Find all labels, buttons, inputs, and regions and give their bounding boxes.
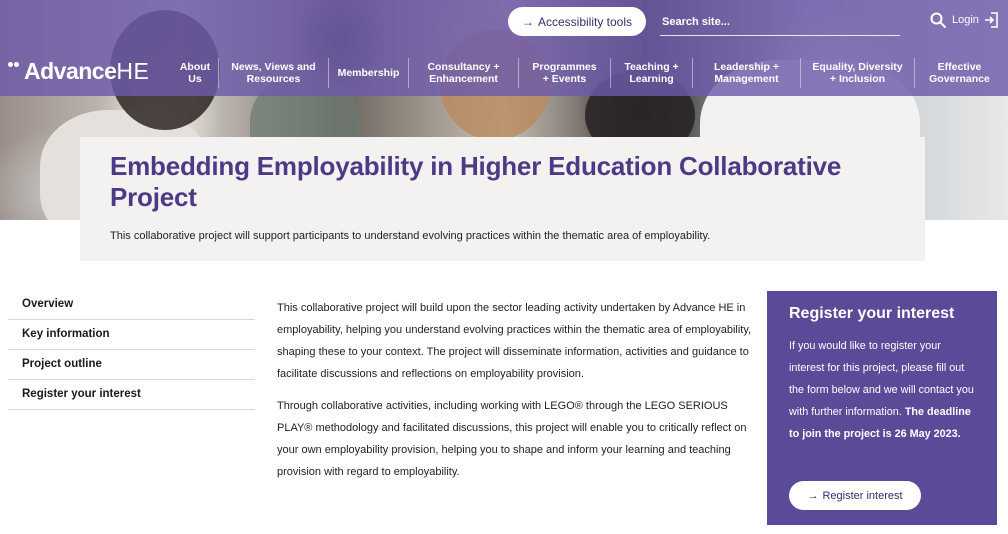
- nav-item-news-views-resources[interactable]: News, Views and Resources: [218, 58, 328, 88]
- logo-dots: [8, 60, 22, 74]
- nav-item-teaching-learning[interactable]: Teaching + Learning: [610, 58, 692, 88]
- nav-item-membership[interactable]: Membership: [328, 58, 408, 88]
- register-interest-card: Register your interest If you would like…: [767, 291, 997, 525]
- main-nav: About Us News, Views and Resources Membe…: [172, 56, 1004, 90]
- page-intro: This collaborative project will support …: [110, 230, 711, 242]
- site-header: → Accessibility tools Login Advance HE A…: [0, 0, 1008, 96]
- register-interest-label: Register interest: [822, 489, 903, 502]
- nav-item-consultancy-enhancement[interactable]: Consultancy + Enhancement: [408, 58, 518, 88]
- sidebar-item-key-information[interactable]: Key information: [8, 320, 255, 350]
- nav-item-leadership-management[interactable]: Leadership + Management: [692, 58, 800, 88]
- accessibility-tools-button[interactable]: → Accessibility tools: [508, 7, 646, 36]
- page-title-panel: Embedding Employability in Higher Educat…: [80, 137, 925, 261]
- nav-item-about-us[interactable]: About Us: [172, 58, 218, 88]
- login-icon: [984, 12, 998, 28]
- advance-he-logo[interactable]: Advance HE: [8, 58, 149, 85]
- nav-item-programmes-events[interactable]: Programmes + Events: [518, 58, 610, 88]
- register-card-text: If you would like to register your inter…: [789, 335, 979, 445]
- logo-text-bold: Advance: [24, 58, 117, 84]
- body-paragraph: This collaborative project will build up…: [277, 302, 752, 380]
- login-link[interactable]: Login: [952, 11, 998, 29]
- nav-item-equality-diversity-inclusion[interactable]: Equality, Diversity + Inclusion: [800, 58, 914, 88]
- search-input[interactable]: [660, 8, 900, 35]
- body-paragraph: Through collaborative activities, includ…: [277, 400, 747, 478]
- arrow-right-icon: →: [521, 14, 534, 29]
- register-interest-button[interactable]: → Register interest: [789, 481, 921, 510]
- accessibility-tools-label: Accessibility tools: [537, 14, 633, 29]
- nav-item-effective-governance[interactable]: Effective Governance: [914, 58, 1004, 88]
- page-title: Embedding Employability in Higher Educat…: [110, 151, 842, 212]
- register-card-title: Register your interest: [789, 305, 955, 322]
- main-content: This collaborative project will build up…: [277, 297, 755, 493]
- page-sidebar-nav: Overview Key information Project outline…: [8, 290, 255, 410]
- search-bar: [660, 8, 900, 36]
- arrow-right-icon: →: [807, 489, 819, 502]
- login-label: Login: [952, 14, 979, 26]
- sidebar-item-register-interest[interactable]: Register your interest: [8, 380, 255, 410]
- search-icon[interactable]: [930, 12, 946, 28]
- sidebar-item-project-outline[interactable]: Project outline: [8, 350, 255, 380]
- sidebar-item-overview[interactable]: Overview: [8, 290, 255, 320]
- logo-text-light: HE: [116, 58, 150, 84]
